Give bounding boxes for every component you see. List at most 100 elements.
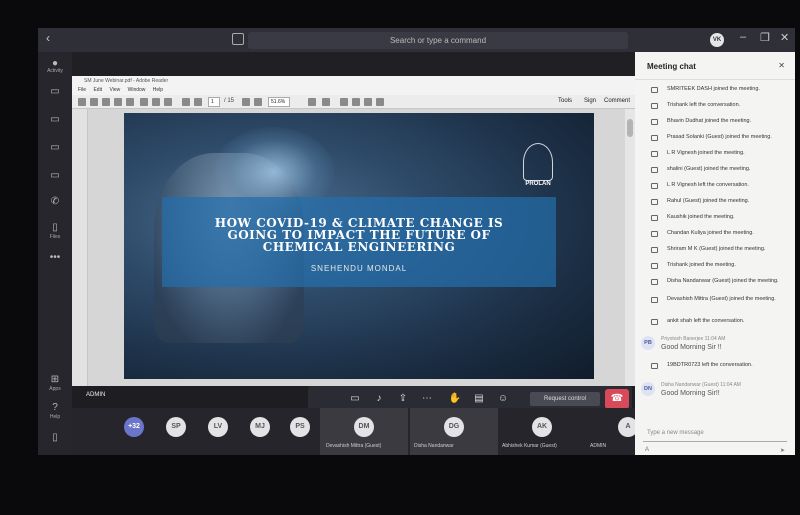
close-icon[interactable]: ✕ [778, 61, 785, 70]
participant-name: ADMIN [590, 443, 607, 449]
participant-avatar[interactable]: PS [290, 417, 310, 437]
chat-event-text: L R Vignesh left the conversation. [667, 182, 749, 188]
cloud-icon[interactable] [126, 98, 134, 106]
chat-event-text: Shriram M K (Guest) joined the meeting. [667, 246, 766, 252]
chat-event-text: Kaushik joined the meeting. [667, 214, 735, 220]
chat-event-text: Devashish Mittra (Guest) joined the meet… [667, 296, 776, 302]
meeting-chat-panel: Meeting chat ✕ SMRITEEK DASH joined the … [635, 52, 795, 455]
message-avatar[interactable]: DN [641, 382, 655, 396]
request-control-button[interactable]: Request control [530, 392, 600, 406]
participant-avatar[interactable]: DG [444, 417, 464, 437]
chat-title: Meeting chat [647, 62, 696, 71]
pdf-scrollbar[interactable] [625, 109, 635, 396]
chat-message-list[interactable]: SMRITEEK DASH joined the meeting. Trisha… [635, 82, 795, 402]
comment-button[interactable]: Comment [604, 98, 630, 104]
logo-icon [523, 143, 553, 181]
pdf-sidebar [72, 109, 88, 396]
settings-icon[interactable] [114, 98, 122, 106]
page-number-input[interactable]: 1 [208, 97, 220, 107]
compose-icon[interactable] [232, 33, 244, 45]
join-icon [651, 167, 658, 173]
prev-page-icon[interactable] [182, 98, 190, 106]
participant-avatar[interactable]: DM [354, 417, 374, 437]
minimize-button[interactable]: – [740, 31, 746, 43]
chat-event-text: shalini (Guest) joined the meeting. [667, 166, 751, 172]
open-icon[interactable] [90, 98, 98, 106]
chat-event-text: SMRITEEK DASH joined the meeting. [667, 86, 760, 92]
email-icon[interactable] [164, 98, 172, 106]
participant-name: Devashish Mittra (Guest) [326, 443, 382, 449]
chat-event-text: Trishank joined the meeting. [667, 262, 736, 268]
join-icon [651, 263, 658, 269]
menu-help[interactable]: Help [153, 87, 163, 93]
more-actions-icon[interactable]: ⋯ [420, 392, 434, 406]
more-apps-icon[interactable]: ••• [47, 252, 63, 266]
profile-avatar[interactable]: VK [710, 33, 724, 47]
menu-view[interactable]: View [109, 87, 120, 93]
camera-icon[interactable]: ▭ [348, 392, 362, 406]
chat-event-text: Prasad Solanki (Guest) joined the meetin… [667, 134, 772, 140]
menu-edit[interactable]: Edit [93, 87, 102, 93]
format-icon[interactable]: A [645, 447, 649, 453]
comment-icon[interactable] [340, 98, 348, 106]
join-icon [651, 231, 658, 237]
logo-text: PROLAN [525, 181, 551, 187]
hang-up-button[interactable]: ☎ [605, 389, 629, 409]
close-window-button[interactable]: ✕ [780, 31, 789, 44]
rail-label-apps: Apps [49, 386, 61, 392]
menu-window[interactable]: Window [128, 87, 146, 93]
calls-icon[interactable]: ▭ [47, 170, 63, 184]
fullscreen-icon[interactable] [376, 98, 384, 106]
message-avatar[interactable]: PB [641, 336, 655, 350]
share-screen-icon[interactable]: ⇪ [396, 392, 410, 406]
overflow-participants[interactable]: +32 [124, 417, 144, 437]
fit-width-icon[interactable] [322, 98, 330, 106]
calls-icon[interactable]: ✆ [47, 196, 63, 210]
next-page-icon[interactable] [194, 98, 202, 106]
participant-avatar[interactable]: SP [166, 417, 186, 437]
raise-hand-icon[interactable]: ✋ [448, 392, 462, 406]
sign-icon[interactable] [364, 98, 372, 106]
save-icon[interactable] [140, 98, 148, 106]
join-icon [651, 135, 658, 141]
edit-icon[interactable] [102, 98, 110, 106]
participants-icon[interactable]: ☺ [496, 392, 510, 406]
participant-avatar[interactable]: AK [532, 417, 552, 437]
chat-toggle-icon[interactable]: ▤ [472, 392, 486, 406]
search-input[interactable]: Search or type a command [248, 32, 628, 49]
back-arrow-icon[interactable]: ‹ [46, 31, 50, 45]
message-body: Good Morning Sir!! [661, 390, 720, 397]
page-total: / 15 [224, 98, 235, 104]
menu-file[interactable]: File [78, 87, 86, 93]
chat-compose-input[interactable]: Type a new message [643, 424, 787, 442]
device-icon[interactable]: ▯ [47, 432, 63, 446]
zoom-input[interactable]: 51.6% [268, 97, 290, 107]
calendar-icon[interactable]: ▭ [47, 142, 63, 156]
scrollbar-thumb[interactable] [627, 119, 633, 137]
tools-button[interactable]: Tools [558, 98, 572, 104]
meeting-stage: SM June Webinar.pdf - Adobe Reader File … [72, 52, 638, 455]
chat-event-text: Rahul (Guest) joined the meeting. [667, 198, 750, 204]
mic-icon[interactable]: ♪ [372, 392, 386, 406]
participant-name: Abhishek Kumar (Guest) [502, 443, 557, 449]
chat-icon[interactable]: ▭ [47, 86, 63, 100]
participant-avatar[interactable]: LV [208, 417, 228, 437]
join-icon [651, 199, 658, 205]
maximize-button[interactable]: ❐ [760, 31, 770, 44]
send-icon[interactable]: ➤ [780, 447, 785, 454]
join-icon [651, 297, 658, 303]
teams-icon[interactable]: ▭ [47, 114, 63, 128]
app-rail: ● Activity ▭ ▭ ▭ ▭ ✆ ▯ Files ••• ⊞ Apps … [38, 52, 72, 455]
zoom-in-icon[interactable] [254, 98, 262, 106]
highlight-icon[interactable] [352, 98, 360, 106]
message-body: Good Morning Sir !! [661, 344, 722, 351]
participant-avatar[interactable]: MJ [250, 417, 270, 437]
join-icon [651, 151, 658, 157]
fit-page-icon[interactable] [308, 98, 316, 106]
sign-button[interactable]: Sign [584, 98, 596, 104]
zoom-out-icon[interactable] [242, 98, 250, 106]
participant-strip: +32 SP LV MJ PS DM Devashish Mittra (Gue… [72, 408, 638, 455]
print-icon[interactable] [152, 98, 160, 106]
rail-label-help: Help [49, 414, 61, 420]
create-icon[interactable] [78, 98, 86, 106]
